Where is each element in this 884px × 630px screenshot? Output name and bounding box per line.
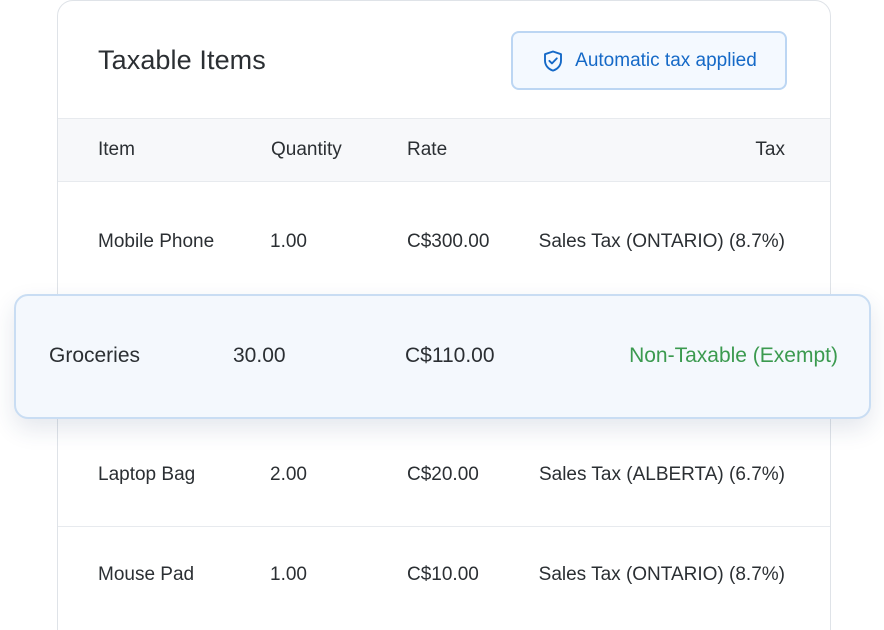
cell-item: Groceries	[49, 344, 141, 367]
cell-quantity: 1.00	[270, 564, 307, 585]
cell-quantity: 30.00	[233, 344, 286, 367]
cell-item: Laptop Bag	[98, 464, 196, 485]
automatic-tax-badge[interactable]: Automatic tax applied	[511, 31, 787, 90]
cell-tax: Sales Tax (ONTARIO) (8.7%)	[538, 231, 785, 252]
header-item: Item	[98, 139, 135, 160]
cell-quantity: 1.00	[270, 231, 307, 252]
header-quantity: Quantity	[271, 139, 342, 160]
cell-tax-exempt: Non-Taxable (Exempt)	[629, 344, 838, 367]
stage: Taxable Items Automatic tax applied Item…	[0, 0, 884, 630]
header-rate: Rate	[407, 139, 448, 160]
header-tax: Tax	[755, 139, 785, 160]
cell-rate: C$110.00	[405, 344, 495, 367]
cell-quantity: 2.00	[270, 464, 307, 485]
highlighted-row-exempt[interactable]: Groceries 30.00 C$110.00 Non-Taxable (Ex…	[14, 294, 871, 419]
table-row[interactable]: Laptop Bag 2.00 C$20.00 Sales Tax (ALBER…	[58, 420, 830, 527]
cell-item: Mouse Pad	[98, 564, 195, 585]
automatic-tax-label: Automatic tax applied	[575, 49, 757, 71]
shield-check-icon	[544, 50, 563, 72]
table-header: Item Quantity Rate Tax	[58, 118, 830, 182]
cell-tax: Sales Tax (ALBERTA) (6.7%)	[538, 464, 785, 485]
table-row[interactable]: Mobile Phone 1.00 C$300.00 Sales Tax (ON…	[58, 182, 830, 297]
cell-tax: Sales Tax (ONTARIO) (8.7%)	[538, 564, 785, 585]
cell-rate: C$20.00	[407, 464, 479, 485]
cell-item: Mobile Phone	[98, 231, 215, 252]
cell-rate: C$300.00	[407, 231, 490, 252]
table-row[interactable]: Mouse Pad 1.00 C$10.00 Sales Tax (ONTARI…	[58, 527, 830, 630]
cell-rate: C$10.00	[407, 564, 479, 585]
card-title: Taxable Items	[98, 45, 266, 75]
